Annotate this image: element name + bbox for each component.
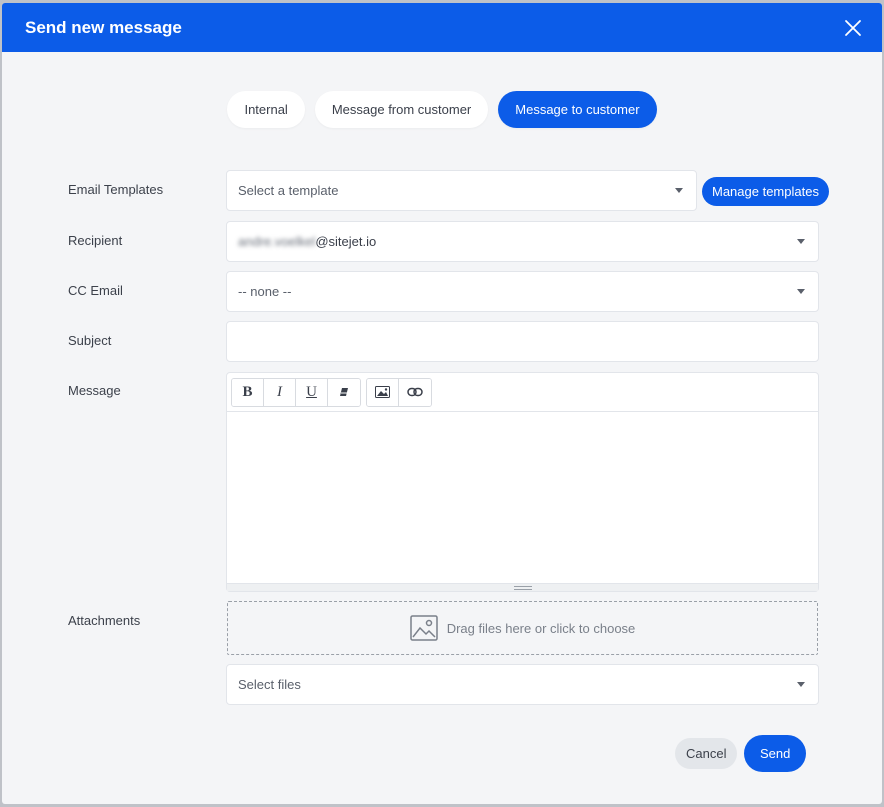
recipient-name-blurred: andre.voelkel [238,234,316,249]
subject-input[interactable] [226,321,819,362]
tab-internal[interactable]: Internal [227,91,305,128]
email-template-select[interactable]: Select a template [226,170,697,211]
caret-down-icon [797,682,805,687]
attachments-label: Attachments [68,613,141,628]
editor-resize-handle[interactable] [227,583,818,591]
email-templates-label: Email Templates [68,182,164,197]
dropzone-text: Drag files here or click to choose [446,620,636,636]
link-icon [407,387,423,397]
message-label: Message [68,383,121,398]
message-editor[interactable]: B I U [226,372,819,592]
email-template-placeholder: Select a template [238,183,339,198]
subject-label: Subject [68,333,112,348]
cc-email-value: -- none -- [238,284,292,299]
cc-email-label: CC Email [68,283,123,298]
close-icon[interactable] [844,19,862,37]
caret-down-icon [797,239,805,244]
italic-button[interactable]: I [264,378,296,406]
underline-button[interactable]: U [296,378,328,406]
message-type-tabs: Internal Message from customer Message t… [2,91,882,128]
format-button-group: B I U [231,377,361,407]
clear-format-button[interactable] [328,378,360,406]
message-body[interactable] [227,412,818,582]
dialog-header: Send new message [2,3,882,52]
editor-toolbar: B I U [227,373,818,412]
cc-email-select[interactable]: -- none -- [226,271,819,312]
select-files-dropdown[interactable]: Select files [226,664,819,705]
recipient-label: Recipient [68,233,123,248]
manage-templates-button[interactable]: Manage templates [702,177,829,206]
image-icon [375,386,390,398]
send-message-dialog: Send new message Internal Message from c… [2,3,882,804]
insert-button-group [366,377,432,407]
insert-link-button[interactable] [399,378,431,406]
cancel-button[interactable]: Cancel [675,738,738,769]
select-files-placeholder: Select files [238,677,301,692]
send-button[interactable]: Send [744,735,807,772]
dialog-title: Send new message [25,17,182,37]
eraser-icon [340,388,348,396]
bold-button[interactable]: B [232,378,264,406]
attachment-dropzone[interactable]: Drag files here or click to choose [227,601,818,655]
caret-down-icon [797,289,805,294]
tab-message-to-customer[interactable]: Message to customer [498,91,657,128]
image-placeholder-icon [409,615,438,641]
recipient-select[interactable]: andre.voelkel @sitejet.io [226,221,819,262]
recipient-domain: @sitejet.io [315,234,377,249]
tab-message-from-customer[interactable]: Message from customer [314,91,489,128]
insert-image-button[interactable] [367,378,399,406]
caret-down-icon [675,188,683,193]
